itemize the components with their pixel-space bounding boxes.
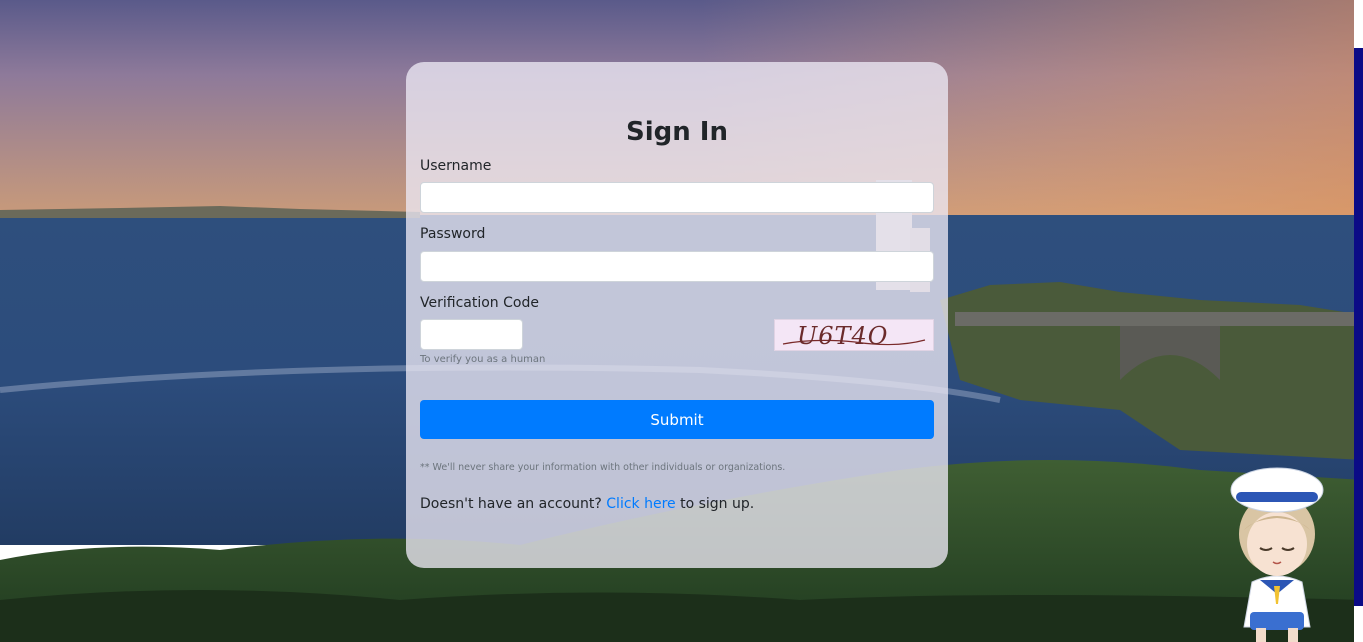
username-label: Username xyxy=(420,158,492,174)
sign-in-card: Sign In Username Password Verification C… xyxy=(406,62,948,568)
captcha-text: U6T4O xyxy=(797,322,888,350)
verification-help-text: To verify you as a human xyxy=(420,354,546,365)
mascot-character-image[interactable] xyxy=(1222,462,1332,642)
privacy-note: ** We'll never share your information wi… xyxy=(420,462,786,473)
signup-prefix: Doesn't have an account? xyxy=(420,496,602,512)
verification-code-input[interactable] xyxy=(420,319,523,350)
password-input[interactable] xyxy=(420,251,934,282)
scrollbar-track-top xyxy=(1354,0,1363,48)
page: Sign In Username Password Verification C… xyxy=(0,0,1363,642)
signup-link[interactable]: Click here xyxy=(606,496,675,512)
page-title: Sign In xyxy=(626,117,728,147)
scrollbar-track-bottom xyxy=(1354,606,1363,642)
password-label: Password xyxy=(420,226,486,242)
captcha-image[interactable]: U6T4O xyxy=(774,319,934,351)
username-input[interactable] xyxy=(420,182,934,213)
verification-code-label: Verification Code xyxy=(420,295,539,311)
submit-button[interactable]: Submit xyxy=(420,400,934,439)
scrollbar[interactable] xyxy=(1354,0,1363,642)
signup-prompt: Doesn't have an account? Click here to s… xyxy=(420,496,754,512)
signup-suffix: to sign up. xyxy=(680,496,755,512)
captcha-graphic: U6T4O xyxy=(782,322,926,350)
